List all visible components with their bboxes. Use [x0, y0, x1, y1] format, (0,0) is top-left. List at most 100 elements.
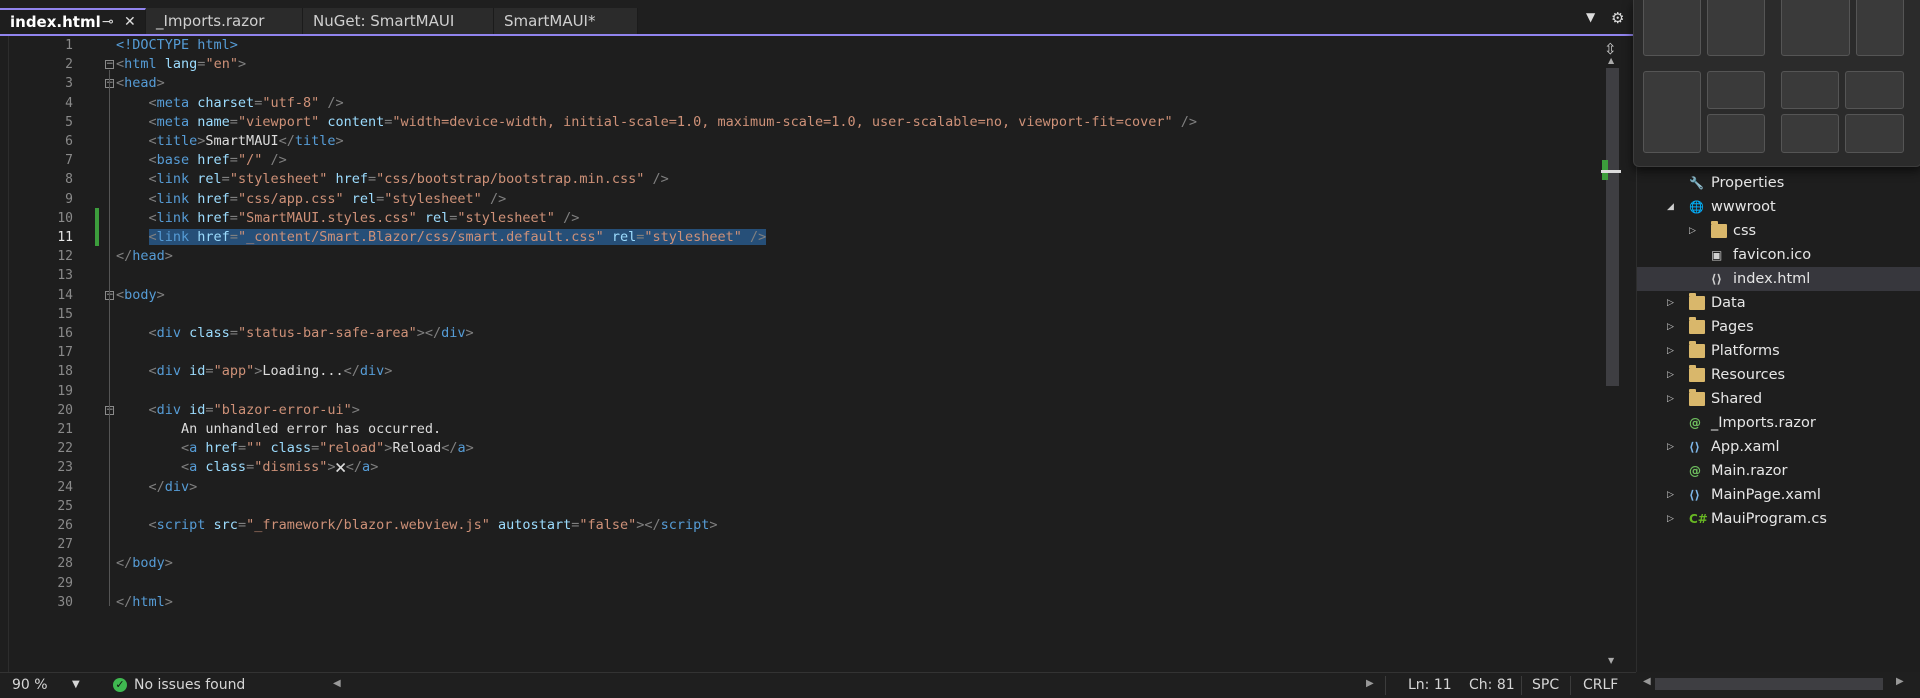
code-token: < [116, 94, 157, 111]
tree-item-mainpage-xaml[interactable]: ▷ ⟨⟩ MainPage.xaml [1637, 483, 1920, 507]
column-indicator[interactable]: Ch: 81 [1469, 677, 1515, 693]
tab-smartmaui[interactable]: SmartMAUI* [494, 8, 638, 34]
snap-zone[interactable] [1781, 114, 1839, 153]
tree-item-label: Main.razor [1711, 463, 1788, 479]
tree-item-main-razor[interactable]: @ Main.razor [1637, 459, 1920, 483]
code-token: = [237, 517, 247, 533]
code-line[interactable]: <link href="css/app.css" rel="stylesheet… [116, 190, 507, 209]
line-number: 1 [65, 38, 73, 53]
scroll-up-icon[interactable]: ▲ [1608, 56, 1614, 65]
snap-zone[interactable] [1707, 114, 1765, 153]
expand-arrow-icon[interactable]: ▷ [1667, 291, 1674, 315]
code-line[interactable]: <body> [116, 286, 165, 305]
line-ending-indicator[interactable]: CRLF [1583, 677, 1618, 693]
scroll-right-icon[interactable]: ▶ [1366, 678, 1374, 689]
snap-zone[interactable] [1643, 71, 1701, 153]
code-line[interactable]: <!DOCTYPE html> [116, 36, 238, 55]
line-number: 24 [57, 479, 73, 495]
change-indicator [95, 208, 99, 246]
issues-status[interactable]: No issues found [134, 677, 245, 693]
scrollbar-thumb[interactable] [1606, 68, 1619, 386]
tab-nuget-smartmaui[interactable]: NuGet: SmartMAUI [303, 8, 494, 34]
code-line[interactable]: <link href="_content/Smart.Blazor/css/sm… [116, 228, 767, 247]
line-number: 23 [57, 460, 73, 476]
snap-zone[interactable] [1707, 0, 1765, 56]
code-line[interactable]: <link href="SmartMAUI.styles.css" rel="s… [116, 209, 580, 228]
code-line[interactable]: <a href="" class="reload">Reload</a> [116, 439, 474, 458]
expand-arrow-icon[interactable]: ▷ [1667, 315, 1674, 339]
close-icon[interactable]: ✕ [124, 10, 136, 34]
collapse-icon[interactable]: − [105, 60, 114, 70]
code-line[interactable]: <title>SmartMAUI</title> [116, 132, 344, 151]
code-line[interactable]: An unhandled error has occurred. [116, 420, 441, 439]
code-token: < [116, 325, 157, 341]
code-line[interactable]: <script src="_framework/blazor.webview.j… [116, 516, 718, 535]
folder-icon [1689, 317, 1705, 334]
code-line[interactable]: <div class="status-bar-safe-area"></div> [116, 324, 474, 343]
scroll-left-icon[interactable]: ◀ [333, 678, 341, 689]
text-selection[interactable]: <link href="_content/Smart.Blazor/css/sm… [148, 229, 767, 245]
tree-item-app-xaml[interactable]: ▷ ⟨⟩ App.xaml [1637, 435, 1920, 459]
snap-zone[interactable] [1856, 0, 1904, 56]
whitespace-indicator[interactable]: SPC [1532, 677, 1559, 693]
gear-icon[interactable]: ⚙ [1611, 9, 1624, 27]
code-line[interactable]: </body> [116, 554, 173, 573]
tab-index-html[interactable]: index.html ⊸ ✕ [0, 8, 146, 34]
snap-zone[interactable] [1643, 0, 1701, 56]
expand-arrow-icon[interactable]: ▷ [1667, 387, 1674, 411]
tree-item-platforms[interactable]: ▷ Platforms [1637, 339, 1920, 363]
code-line[interactable]: <a class="dismiss">🗙</a> [116, 458, 378, 477]
pin-icon[interactable]: ⊸ [102, 10, 114, 34]
code-line[interactable]: <meta charset="utf-8" /> [116, 94, 344, 113]
expand-arrow-icon[interactable]: ▷ [1667, 363, 1674, 387]
chevron-down-icon[interactable]: ▼ [72, 679, 80, 690]
code-token: > [156, 286, 165, 303]
snap-zone[interactable] [1707, 71, 1765, 109]
expand-arrow-icon[interactable]: ▷ [1689, 219, 1696, 243]
tree-item-resources[interactable]: ▷ Resources [1637, 363, 1920, 387]
snap-zone[interactable] [1781, 0, 1850, 56]
tree-item-favicon-ico[interactable]: ▣ favicon.ico [1637, 243, 1920, 267]
code-line[interactable]: <div id="blazor-error-ui"> [116, 401, 360, 420]
line-number: 25 [57, 498, 73, 514]
tree-item-shared[interactable]: ▷ Shared [1637, 387, 1920, 411]
scroll-down-icon[interactable]: ▼ [1608, 656, 1614, 665]
zoom-level[interactable]: 90 % [12, 677, 48, 693]
tree-item-mauiprogram-cs[interactable]: ▷ C# MauiProgram.cs [1637, 507, 1920, 531]
snap-zone[interactable] [1781, 71, 1839, 109]
code-token: "app" [213, 363, 255, 380]
tree-item-index-html[interactable]: ⟨⟩ index.html [1637, 267, 1920, 291]
tree-item-properties[interactable]: 🔧 Properties [1637, 171, 1920, 195]
expand-arrow-icon[interactable]: ▷ [1667, 339, 1674, 363]
code-editor[interactable]: 1 2 3 4 5 6 7 8 9 10 11 12 13 14 15 16 17 18 19 20 21 22 23 24 2… [8, 36, 1609, 672]
tree-item-wwwroot[interactable]: ◢ 🌐 wwwroot [1637, 195, 1920, 219]
scrollbar-thumb[interactable] [1655, 678, 1883, 690]
snap-zone[interactable] [1845, 114, 1904, 153]
tree-item-pages[interactable]: ▷ Pages [1637, 315, 1920, 339]
expand-arrow-icon[interactable]: ▷ [1667, 483, 1674, 507]
tab-imports-razor[interactable]: _Imports.razor [146, 8, 303, 34]
snap-zone[interactable] [1845, 71, 1904, 109]
scroll-left-icon[interactable]: ◀ [1643, 676, 1651, 687]
code-line[interactable]: </div> [116, 478, 198, 497]
expand-arrow-icon[interactable]: ▷ [1667, 507, 1674, 531]
code-line[interactable]: <meta name="viewport" content="width=dev… [116, 113, 1198, 132]
code-line[interactable]: <head> [116, 74, 165, 93]
code-token: = [237, 440, 247, 457]
code-token: > [465, 440, 474, 457]
code-line[interactable]: <link rel="stylesheet" href="css/bootstr… [116, 170, 669, 189]
code-line[interactable]: </html> [116, 593, 173, 612]
tree-item-data[interactable]: ▷ Data [1637, 291, 1920, 315]
code-line[interactable]: <div id="app">Loading...</div> [116, 362, 393, 381]
code-line[interactable]: <html lang="en"> [116, 55, 246, 74]
tree-item-css[interactable]: ▷ css [1637, 219, 1920, 243]
expand-arrow-icon[interactable]: ▷ [1667, 435, 1674, 459]
scroll-right-icon[interactable]: ▶ [1896, 676, 1904, 687]
collapse-arrow-icon[interactable]: ◢ [1667, 195, 1674, 219]
chevron-down-icon[interactable]: ▼ [1586, 10, 1595, 24]
code-line[interactable]: </head> [116, 247, 173, 266]
tree-item-imports-razor[interactable]: @ _Imports.razor [1637, 411, 1920, 435]
code-line[interactable]: <base href="/" /> [116, 151, 287, 170]
code-token: > [370, 459, 379, 476]
line-indicator[interactable]: Ln: 11 [1408, 677, 1452, 693]
